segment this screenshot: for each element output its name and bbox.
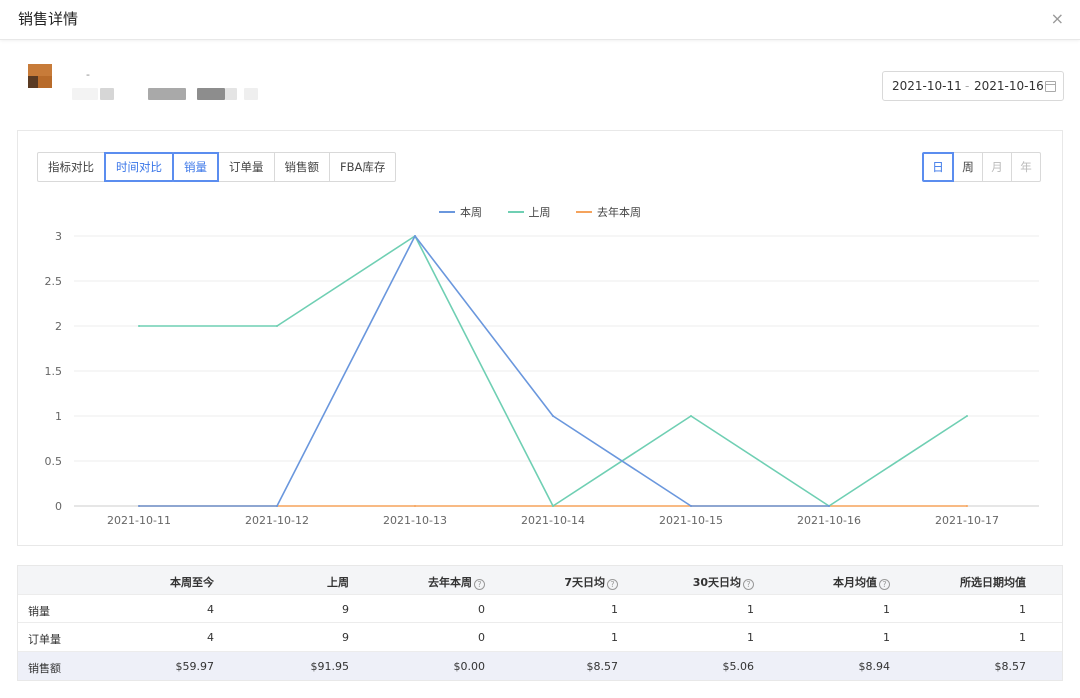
compare-mode-time[interactable]: 时间对比	[104, 152, 174, 182]
granularity-day[interactable]: 日	[922, 152, 954, 182]
table-row: 订单量 4 9 0 1 1 1 1	[18, 623, 1062, 652]
column-header-label: 去年本周	[428, 576, 472, 589]
data-point	[690, 505, 692, 507]
data-point	[966, 415, 968, 417]
column-header: 7天日均?	[564, 574, 618, 590]
table-row: 销量 4 9 0 1 1 1 1	[18, 595, 1062, 623]
table-cell: 1	[747, 631, 754, 644]
redacted-info-block	[225, 88, 237, 100]
table-cell: 1	[883, 602, 890, 616]
product-thumbnail	[28, 64, 52, 88]
line-chart: 0 0.5 1 1.5 2 2.5 3 2021-10-11 2021-10-12 2021-10…	[45, 230, 1039, 527]
table-cell: $8.57	[586, 659, 619, 673]
table-row: 销售额 $59.97 $91.95 $0.00 $8.57 $5.06 $8.94 $8.57	[18, 651, 1062, 680]
column-header-label: 本周至今	[170, 576, 214, 589]
help-icon[interactable]: ?	[879, 579, 890, 590]
y-tick-label: 2.5	[45, 275, 63, 288]
data-point	[966, 505, 968, 507]
date-range-separator: -	[965, 79, 970, 93]
date-range-start[interactable]: 2021-10-11	[892, 79, 962, 93]
close-icon[interactable]: ×	[1051, 9, 1064, 28]
y-tick-label: 1	[55, 410, 62, 423]
table-cell: $59.97	[175, 659, 215, 673]
column-header: 上周	[327, 574, 349, 590]
table-cell: 9	[342, 602, 349, 616]
table-cell: 9	[342, 631, 349, 644]
table-cell: $5.06	[722, 659, 755, 673]
y-tick-label: 3	[55, 230, 62, 243]
calendar-icon[interactable]	[1045, 81, 1056, 92]
table-cell: 0	[478, 631, 485, 644]
row-label: 订单量	[28, 633, 61, 646]
help-icon[interactable]: ?	[474, 579, 485, 590]
column-header: 所选日期均值	[960, 574, 1026, 590]
table-cell: 1	[611, 602, 618, 616]
data-point	[414, 235, 416, 237]
help-icon[interactable]: ?	[743, 579, 754, 590]
column-header: 本周至今	[170, 574, 214, 590]
table-cell: 4	[207, 631, 214, 644]
x-tick-label: 2021-10-17	[935, 514, 999, 527]
dialog-header: 销售详情 ×	[0, 0, 1080, 40]
table-cell: $8.94	[858, 659, 891, 673]
redacted-info-block	[100, 88, 114, 100]
table-header-row: 本周至今 上周 去年本周? 7天日均? 30天日均? 本月均值? 所选日期均值	[18, 566, 1062, 595]
data-point	[276, 325, 278, 327]
x-tick-label: 2021-10-13	[383, 514, 447, 527]
column-header-label: 所选日期均值	[960, 576, 1026, 589]
column-header: 本月均值?	[833, 574, 890, 590]
metric-tab-sales-qty[interactable]: 销量	[172, 152, 219, 182]
table-cell: $8.57	[994, 659, 1027, 673]
data-point	[552, 415, 554, 417]
table-cell: 1	[1019, 602, 1026, 616]
column-header-label: 7天日均	[564, 576, 605, 589]
x-tick-label: 2021-10-12	[245, 514, 309, 527]
help-icon[interactable]: ?	[607, 579, 618, 590]
data-point	[828, 505, 830, 507]
data-point	[276, 505, 278, 507]
data-point	[690, 415, 692, 417]
product-name-separator: -	[86, 68, 90, 81]
redacted-info-block	[244, 88, 258, 100]
data-point	[552, 505, 554, 507]
column-header-label: 本月均值	[833, 576, 877, 589]
column-header-label: 30天日均	[692, 576, 741, 589]
x-tick-label: 2021-10-16	[797, 514, 861, 527]
column-header-label: 上周	[327, 576, 349, 589]
x-tick-label: 2021-10-11	[107, 514, 171, 527]
dialog-title: 销售详情	[18, 10, 79, 28]
table-cell: 1	[1019, 631, 1026, 644]
y-tick-label: 1.5	[45, 365, 63, 378]
table-cell: 0	[478, 602, 485, 616]
data-point	[138, 505, 140, 507]
row-label: 销量	[28, 604, 50, 618]
column-header: 去年本周?	[428, 574, 485, 590]
y-tick-label: 0	[55, 500, 62, 513]
data-point	[138, 325, 140, 327]
date-range-end[interactable]: 2021-10-16	[974, 79, 1044, 93]
chart-panel: 指标对比 时间对比 销量 订单量 销售额 FBA库存 日 周 月 年 本周 上周…	[17, 130, 1063, 546]
redacted-info-block	[148, 88, 186, 100]
y-tick-label: 0.5	[45, 455, 63, 468]
data-point	[414, 505, 416, 507]
table-cell: $0.00	[453, 659, 486, 673]
x-tick-label: 2021-10-14	[521, 514, 585, 527]
table-cell: 1	[883, 631, 890, 644]
table-cell: 1	[611, 631, 618, 644]
redacted-info-block	[197, 88, 225, 100]
y-tick-label: 2	[55, 320, 62, 333]
stats-table: 本周至今 上周 去年本周? 7天日均? 30天日均? 本月均值? 所选日期均值 销量 4 9 0 1 1…	[17, 565, 1063, 681]
x-tick-label: 2021-10-15	[659, 514, 723, 527]
table-cell: 4	[207, 602, 214, 616]
date-range-picker[interactable]: 2021-10-11 - 2021-10-16	[882, 71, 1064, 101]
column-header: 30天日均?	[693, 574, 754, 590]
redacted-info-block	[72, 88, 98, 100]
row-label: 销售额	[28, 661, 61, 675]
table-cell: 1	[747, 602, 754, 616]
table-cell: $91.95	[310, 659, 350, 673]
